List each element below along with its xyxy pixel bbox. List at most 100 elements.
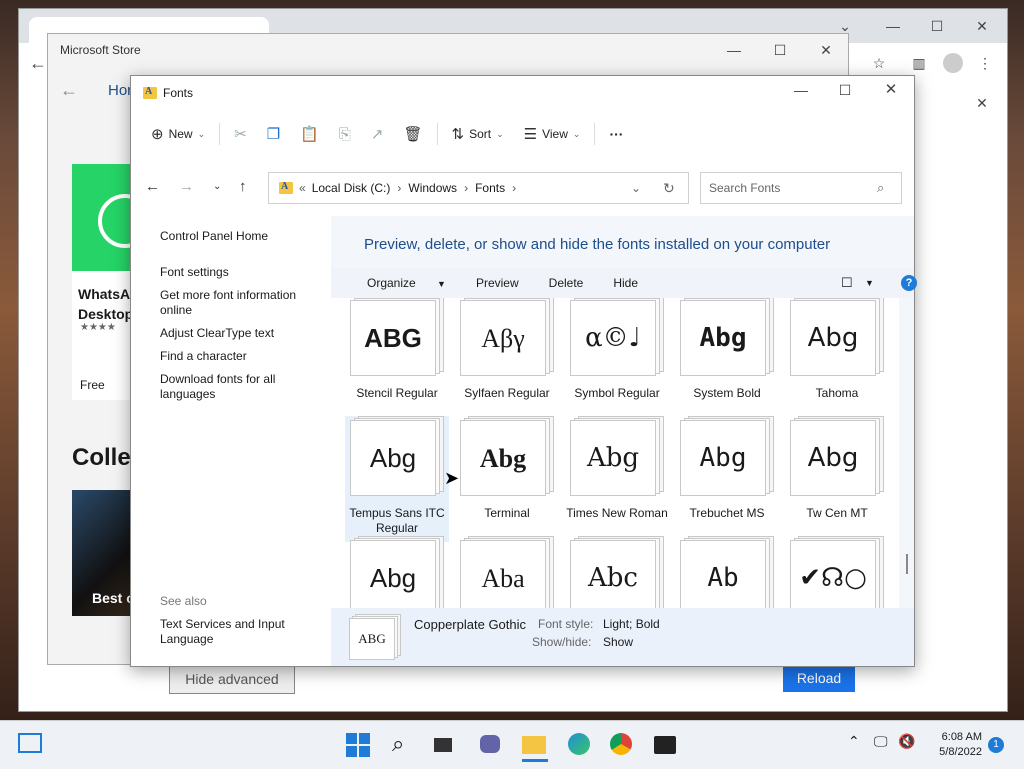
hide-button[interactable]: Hide: [613, 276, 638, 290]
recent-chevron-icon[interactable]: ⌄: [213, 181, 221, 192]
new-label: New: [168, 127, 193, 141]
edge-icon[interactable]: [568, 733, 594, 757]
notification-badge[interactable]: 1: [988, 737, 1004, 753]
font-tile[interactable]: Aβγ Sylfaen Regular: [455, 298, 559, 422]
font-name: Tw Cen MT: [806, 506, 868, 520]
window-title: Microsoft Store: [60, 43, 141, 57]
task-view-icon[interactable]: [434, 733, 460, 757]
overflow-chevron[interactable]: «: [299, 181, 306, 195]
back-arrow-icon[interactable]: ←: [145, 178, 160, 195]
font-tile[interactable]: Abg Tempus Sans ITC Regular: [345, 416, 449, 542]
minimize-icon[interactable]: ⌄: [837, 18, 853, 34]
font-settings-link[interactable]: Font settings: [160, 265, 320, 280]
divider: [436, 123, 438, 145]
font-preview-page: Abg: [570, 416, 664, 496]
back-arrow-icon[interactable]: ←: [29, 54, 47, 72]
maximize-icon[interactable]: ☐: [929, 18, 945, 34]
font-sample: α©♩: [570, 300, 656, 376]
scrollbar[interactable]: [903, 298, 911, 608]
profile-icon[interactable]: [943, 53, 963, 73]
rename-button[interactable]: ⎘: [329, 118, 361, 150]
chevron-up-icon[interactable]: ⌃: [848, 733, 874, 757]
delete-button[interactable]: Delete: [549, 276, 584, 290]
reload-button[interactable]: Reload: [783, 664, 855, 692]
volume-icon[interactable]: 🔇: [898, 733, 924, 757]
paste-button[interactable]: 📋: [290, 118, 329, 150]
hide-advanced-button[interactable]: Hide advanced: [169, 664, 295, 694]
font-tile[interactable]: Abc: [565, 536, 669, 608]
chat-icon[interactable]: [480, 733, 506, 757]
caret-down-icon[interactable]: ▼: [865, 278, 874, 288]
chevron-down-icon[interactable]: ⌄: [631, 181, 641, 195]
refresh-icon[interactable]: ↻: [663, 180, 675, 197]
font-preview-page: Abg: [680, 416, 774, 496]
start-icon[interactable]: [346, 733, 372, 757]
font-tile[interactable]: ABG Stencil Regular: [345, 298, 449, 422]
minimize-icon[interactable]: —: [885, 18, 901, 34]
details-pane: ABG Copperplate Gothic Font style: Light…: [331, 608, 914, 666]
close-icon[interactable]: ✕: [883, 82, 899, 98]
close-icon[interactable]: ✕: [974, 95, 990, 111]
more-font-info-link[interactable]: Get more font information online: [160, 288, 310, 318]
minimize-icon[interactable]: —: [793, 82, 809, 98]
up-arrow-icon[interactable]: ↑: [239, 178, 247, 195]
cleartype-link[interactable]: Adjust ClearType text: [160, 326, 320, 341]
clock[interactable]: 6:08 AM 5/8/2022: [932, 730, 982, 760]
file-explorer-icon[interactable]: [522, 733, 548, 762]
view-pane-icon[interactable]: ☐: [841, 275, 853, 291]
breadcrumb-fonts[interactable]: Fonts: [475, 181, 505, 195]
show-hide-label: Show/hide:: [532, 635, 592, 649]
font-tile[interactable]: Abg Times New Roman: [565, 416, 669, 542]
download-fonts-link[interactable]: Download fonts for all languages: [160, 372, 290, 402]
forward-arrow-icon[interactable]: →: [179, 178, 194, 195]
nav-home[interactable]: Hor: [108, 82, 132, 99]
cut-button[interactable]: ✂: [224, 118, 257, 150]
font-tile[interactable]: Abg Trebuchet MS: [675, 416, 779, 542]
search-icon[interactable]: ⌕: [877, 180, 884, 196]
delete-button[interactable]: 🗑: [393, 118, 432, 150]
find-character-link[interactable]: Find a character: [160, 349, 320, 364]
address-bar[interactable]: « Local Disk (C:) › Windows › Fonts › ⌄ …: [268, 172, 689, 204]
breadcrumb-windows[interactable]: Windows: [408, 181, 457, 195]
maximize-icon[interactable]: ☐: [837, 82, 853, 98]
back-arrow-icon[interactable]: ←: [60, 81, 78, 99]
font-name: System Bold: [693, 386, 761, 400]
more-options-button[interactable]: ···: [599, 118, 633, 150]
font-name: Times New Roman: [566, 506, 668, 520]
font-tile[interactable]: Aba: [455, 536, 559, 608]
control-panel-home-link[interactable]: Control Panel Home: [160, 229, 320, 244]
star-icon[interactable]: ☆: [871, 55, 887, 71]
font-tile[interactable]: Abg Terminal: [455, 416, 559, 542]
breadcrumb-local-disk[interactable]: Local Disk (C:): [312, 181, 391, 195]
font-tile[interactable]: Abg Tahoma: [785, 298, 889, 422]
close-icon[interactable]: ✕: [818, 42, 834, 58]
network-icon[interactable]: 🖵: [874, 733, 900, 757]
preview-button[interactable]: Preview: [476, 276, 519, 290]
font-tile[interactable]: Ab: [675, 536, 779, 608]
help-icon[interactable]: ?: [901, 275, 917, 291]
menu-icon[interactable]: ⋮: [977, 55, 993, 71]
text-services-link[interactable]: Text Services and Input Language: [160, 617, 300, 647]
maximize-icon[interactable]: ☐: [772, 42, 788, 58]
view-button[interactable]: ☰ View ⌄: [514, 118, 591, 150]
font-tile[interactable]: ✔☊○: [785, 536, 889, 608]
minimize-icon[interactable]: —: [726, 42, 742, 58]
close-icon[interactable]: ✕: [974, 18, 990, 34]
sort-button[interactable]: ⇅ Sort ⌄: [442, 118, 514, 150]
font-tile[interactable]: Abg Tw Cen MT: [785, 416, 889, 542]
new-button[interactable]: ⊕ New ⌄: [141, 118, 215, 150]
search-input[interactable]: Search Fonts: [709, 181, 780, 195]
font-tile[interactable]: Abg: [345, 536, 449, 608]
store-icon[interactable]: [654, 733, 680, 757]
organize-button[interactable]: Organize ▼: [349, 276, 446, 290]
share-button[interactable]: ↗: [361, 118, 394, 150]
scrollbar-thumb[interactable]: [906, 554, 908, 574]
font-tile[interactable]: α©♩ Symbol Regular: [565, 298, 669, 422]
widgets-icon[interactable]: [18, 733, 42, 753]
font-tile[interactable]: Abg System Bold: [675, 298, 779, 422]
search-icon[interactable]: ⌕: [392, 733, 418, 757]
search-box[interactable]: Search Fonts ⌕: [700, 172, 902, 204]
sidepanel-icon[interactable]: ▥: [911, 55, 927, 71]
copy-button[interactable]: ❐: [257, 118, 290, 150]
chrome-icon[interactable]: [610, 733, 636, 757]
